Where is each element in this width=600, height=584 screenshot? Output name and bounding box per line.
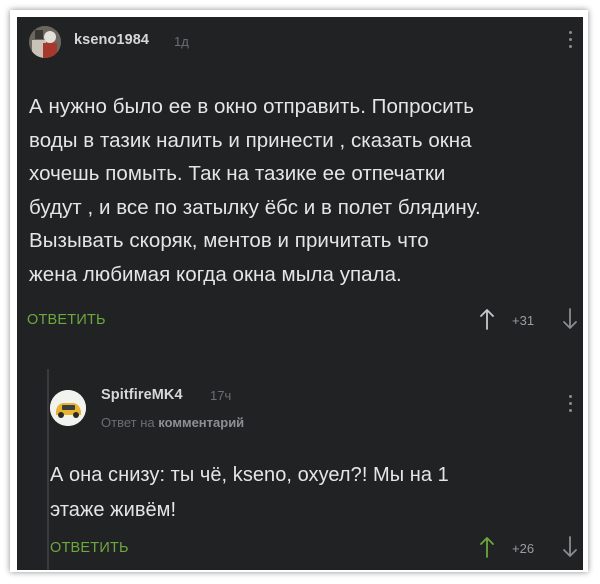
comment-time: 17ч [210,388,232,403]
comment-text-line: Вызывать скоряк, ментов и причитать что [29,229,429,252]
avatar-image [29,26,61,58]
car-avatar-icon [50,390,86,426]
arrow-down-icon[interactable] [562,308,578,330]
avatar[interactable] [50,390,86,426]
comment-text-line: жена любимая когда окна мыла упала. [29,262,402,286]
more-vertical-icon[interactable] [567,395,573,417]
reply-button[interactable]: ОТВЕТИТЬ [27,312,106,328]
comment-text-line: хочешь помыть. Так на тазике ее отпечатк… [29,162,446,185]
score: +31 [512,313,535,328]
comment-author[interactable]: kseno1984 [74,32,149,48]
reply-to-prefix: Ответ на [101,415,155,430]
thread-line [47,369,49,570]
arrow-up-icon[interactable] [479,536,495,558]
comment-text: А нужно было ее в окно отправить. Попрос… [29,90,481,291]
reply-to-link[interactable]: комментарий [158,415,244,430]
comment-author[interactable]: SpitfireMK4 [101,387,183,403]
comment-text-line: будут , и все по затылку ёбс и в полет б… [29,195,481,219]
score: +26 [512,541,535,556]
comment-text-line: этаже живём! [50,499,177,521]
arrow-up-icon[interactable] [479,308,495,330]
comment-text-line: воды в тазик налить и принести , сказать… [29,128,472,152]
comments-card: kseno1984 1д А нужно было ее в окно отпр… [17,17,583,570]
more-vertical-icon[interactable] [567,31,573,53]
comment-text: А она снизу: ты чё, kseno, охуел?! Мы на… [50,458,449,528]
reply-button[interactable]: ОТВЕТИТЬ [50,540,129,556]
comment-text-line: А она снизу: ты чё, kseno, охуел?! Мы на… [50,464,449,486]
comment-text-line: А нужно было ее в окно отправить. Попрос… [29,95,474,118]
comment-time: 1д [174,34,189,49]
avatar[interactable] [29,26,61,58]
reply-to-info: Ответ на комментарий [101,415,244,430]
arrow-down-icon[interactable] [562,536,578,558]
